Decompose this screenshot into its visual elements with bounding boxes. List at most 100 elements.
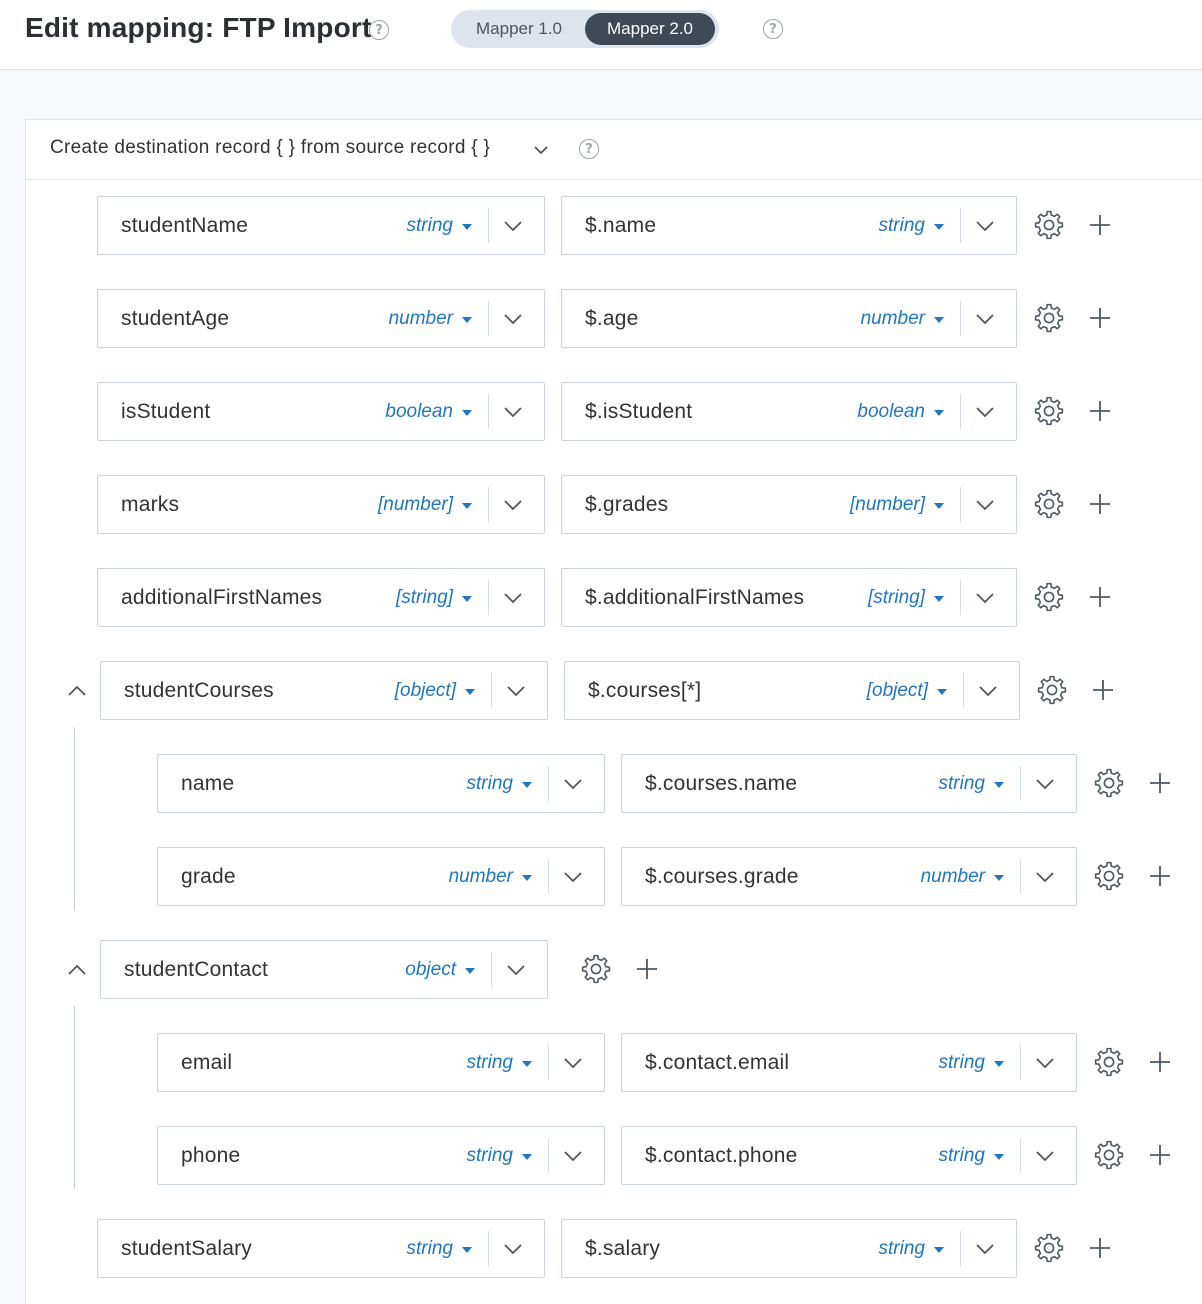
source-field-name[interactable]: $.grades [585,476,668,533]
chevron-down-icon[interactable] [974,401,996,423]
destination-field-name[interactable]: additionalFirstNames [121,569,322,626]
chevron-down-icon[interactable] [502,1238,524,1260]
destination-type-dropdown[interactable]: string [407,197,472,254]
destination-field[interactable]: marks [number] [97,475,545,534]
source-field-name[interactable]: $.name [585,197,656,254]
source-type-dropdown[interactable]: string [939,1034,1004,1091]
source-field[interactable]: $.contact.phone string [621,1126,1077,1185]
destination-type-dropdown[interactable]: string [467,1127,532,1184]
source-type-dropdown[interactable]: string [879,1220,944,1277]
source-field[interactable]: $.additionalFirstNames [string] [561,568,1017,627]
destination-field-name[interactable]: grade [181,848,236,905]
source-field-name[interactable]: $.additionalFirstNames [585,569,804,626]
source-field[interactable]: $.grades [number] [561,475,1017,534]
destination-field-name[interactable]: name [181,755,234,812]
source-type-dropdown[interactable]: [object] [867,662,947,719]
chevron-up-icon[interactable] [66,680,88,702]
destination-type-dropdown[interactable]: object [405,941,475,998]
destination-field-name[interactable]: isStudent [121,383,210,440]
destination-field-name[interactable]: email [181,1034,232,1091]
destination-field[interactable]: name string [157,754,605,813]
source-type-dropdown[interactable]: number [861,290,944,347]
chevron-down-icon[interactable] [502,308,524,330]
source-field-name[interactable]: $.age [585,290,639,347]
destination-field-name[interactable]: studentContact [124,941,268,998]
source-type-dropdown[interactable]: string [939,755,1004,812]
destination-field-name[interactable]: studentName [121,197,248,254]
source-field-name[interactable]: $.courses.name [645,755,797,812]
chevron-down-icon[interactable] [562,866,584,888]
chevron-down-icon[interactable] [1034,866,1056,888]
source-field[interactable]: $.name string [561,196,1017,255]
source-field-name[interactable]: $.contact.phone [645,1127,797,1184]
mapper-help-icon[interactable]: ? [763,19,783,39]
gear-icon[interactable] [1033,581,1065,613]
gear-icon[interactable] [1033,302,1065,334]
gear-icon[interactable] [1093,860,1125,892]
destination-type-dropdown[interactable]: string [467,1034,532,1091]
source-field[interactable]: $.contact.email string [621,1033,1077,1092]
destination-type-dropdown[interactable]: string [407,1220,472,1277]
source-type-dropdown[interactable]: boolean [857,383,944,440]
destination-field[interactable]: isStudent boolean [97,382,545,441]
chevron-down-icon[interactable] [1034,1145,1056,1167]
chevron-down-icon[interactable] [974,308,996,330]
chevron-down-icon[interactable] [502,215,524,237]
destination-field[interactable]: grade number [157,847,605,906]
gear-icon[interactable] [1033,209,1065,241]
source-type-dropdown[interactable]: [string] [868,569,944,626]
add-row-icon[interactable] [1148,771,1172,795]
add-row-icon[interactable] [1088,306,1112,330]
chevron-down-icon[interactable] [1034,773,1056,795]
source-field[interactable]: $.salary string [561,1219,1017,1278]
gear-icon[interactable] [1093,1139,1125,1171]
source-field-name[interactable]: $.courses.grade [645,848,799,905]
chevron-down-icon[interactable] [974,1238,996,1260]
source-field[interactable]: $.courses[*] [object] [564,661,1020,720]
add-row-icon[interactable] [1088,213,1112,237]
add-row-icon[interactable] [1088,492,1112,516]
source-field-name[interactable]: $.courses[*] [588,662,701,719]
chevron-down-icon[interactable] [502,494,524,516]
gear-icon[interactable] [1033,1232,1065,1264]
source-field-name[interactable]: $.salary [585,1220,660,1277]
source-field-name[interactable]: $.isStudent [585,383,692,440]
mapper-1-option[interactable]: Mapper 1.0 [455,13,583,45]
chevron-down-icon[interactable] [974,587,996,609]
destination-field-name[interactable]: studentSalary [121,1220,252,1277]
destination-field[interactable]: studentContact object [100,940,548,999]
chevron-down-icon[interactable] [502,587,524,609]
gear-icon[interactable] [1036,674,1068,706]
destination-field[interactable]: studentCourses [object] [100,661,548,720]
destination-field-name[interactable]: phone [181,1127,240,1184]
add-row-icon[interactable] [1148,1050,1172,1074]
destination-type-dropdown[interactable]: [number] [378,476,472,533]
destination-type-dropdown[interactable]: number [389,290,472,347]
destination-field[interactable]: email string [157,1033,605,1092]
destination-field-name[interactable]: studentCourses [124,662,274,719]
add-row-icon[interactable] [635,957,659,981]
gear-icon[interactable] [1093,767,1125,799]
source-field[interactable]: $.age number [561,289,1017,348]
chevron-down-icon[interactable] [531,140,551,160]
add-row-icon[interactable] [1088,399,1112,423]
destination-type-dropdown[interactable]: boolean [385,383,472,440]
gear-icon[interactable] [580,953,612,985]
destination-type-dropdown[interactable]: [object] [395,662,475,719]
add-row-icon[interactable] [1088,1236,1112,1260]
chevron-down-icon[interactable] [562,1145,584,1167]
destination-type-dropdown[interactable]: string [467,755,532,812]
record-help-icon[interactable]: ? [579,139,599,159]
source-field[interactable]: $.isStudent boolean [561,382,1017,441]
source-field[interactable]: $.courses.name string [621,754,1077,813]
source-field-name[interactable]: $.contact.email [645,1034,789,1091]
title-help-icon[interactable]: ? [369,20,389,40]
chevron-down-icon[interactable] [974,215,996,237]
destination-field[interactable]: studentSalary string [97,1219,545,1278]
chevron-down-icon[interactable] [562,1052,584,1074]
destination-field[interactable]: studentAge number [97,289,545,348]
add-row-icon[interactable] [1148,1143,1172,1167]
chevron-down-icon[interactable] [505,959,527,981]
destination-field[interactable]: studentName string [97,196,545,255]
source-field[interactable]: $.courses.grade number [621,847,1077,906]
